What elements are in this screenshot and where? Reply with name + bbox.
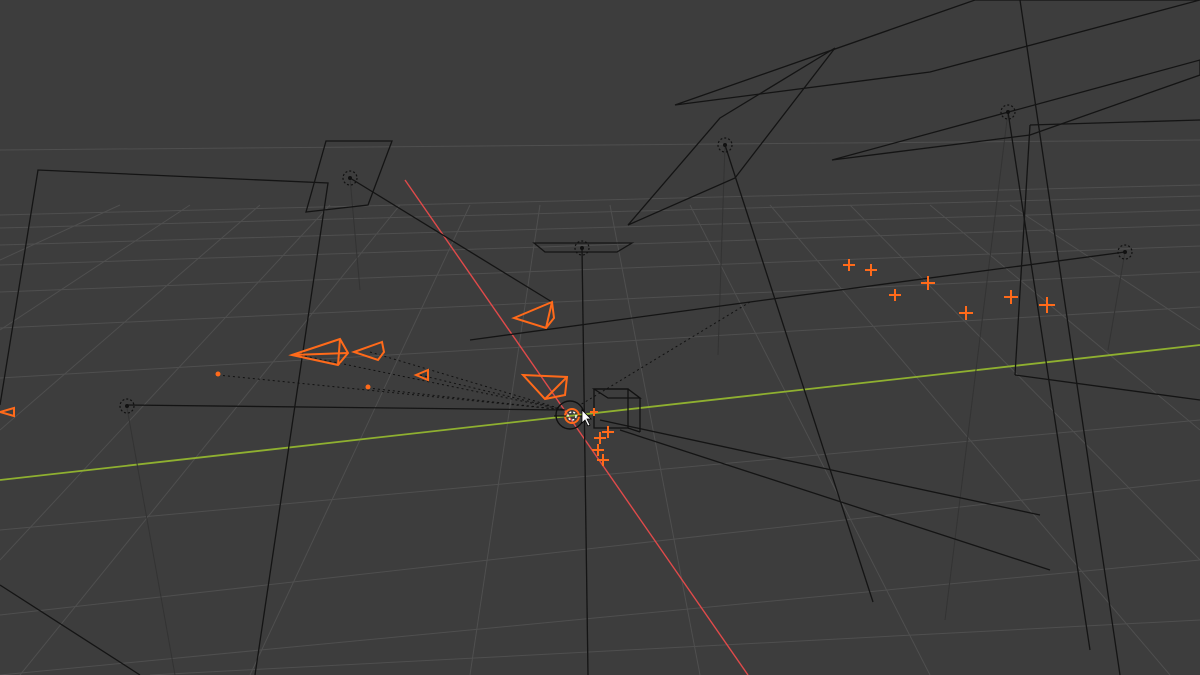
camera-object [350, 340, 386, 362]
camera-object [0, 406, 15, 418]
camera-object [288, 337, 350, 367]
mouse-pointer-icon [581, 409, 592, 427]
camera-dots [215, 371, 371, 390]
3d-viewport[interactable] [0, 0, 1200, 675]
light-icons[interactable] [119, 104, 1133, 414]
camera-object [511, 300, 556, 330]
camera-object [520, 373, 569, 401]
light-stems [126, 111, 1126, 675]
area-light-wireframes [0, 0, 1200, 675]
scene-canvas[interactable] [0, 0, 1200, 675]
ground-grid [0, 139, 1200, 675]
selected-cameras[interactable] [0, 300, 569, 418]
